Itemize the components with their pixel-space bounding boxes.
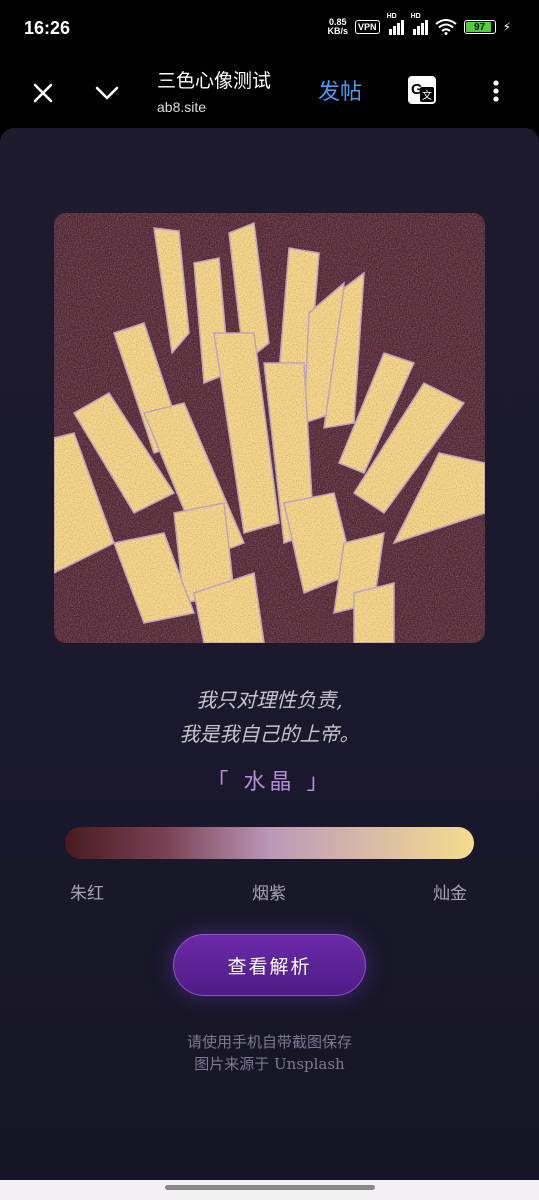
- translate-icon[interactable]: G 文: [406, 74, 438, 106]
- result-artwork: [54, 213, 485, 643]
- vpn-badge: VPN: [355, 20, 380, 34]
- flower-image: [54, 213, 485, 643]
- status-time: 16:26: [24, 18, 71, 38]
- color-gradient-bar: [65, 827, 474, 859]
- status-icons: 0.85 KB/s VPN HD HD 97 ⚡: [327, 13, 511, 36]
- battery-icon: 97: [463, 20, 496, 34]
- page-url: ab8.site: [157, 99, 207, 115]
- color-label-2: 烟紫: [252, 884, 286, 904]
- save-hint: 请使用手机自带截图保存: [186, 1033, 352, 1051]
- svg-text:文: 文: [422, 89, 432, 102]
- app-bar: 三色心像测试 ab8.site 发帖 G 文: [0, 58, 539, 128]
- more-vert-icon[interactable]: [484, 76, 508, 106]
- status-bar: 16:26 0.85 KB/s VPN HD HD 97 ⚡: [0, 0, 539, 58]
- chevron-down-icon[interactable]: [92, 78, 122, 108]
- post-button[interactable]: 发帖: [318, 74, 362, 106]
- result-name: 「 水晶 」: [206, 770, 333, 795]
- navigation-bar: [0, 1180, 539, 1200]
- close-icon[interactable]: [28, 78, 58, 108]
- result-quote-line2: 我是我自己的上帝。: [179, 722, 360, 746]
- signal-icon-2: HD: [411, 13, 428, 35]
- network-speed: 0.85 KB/s: [327, 17, 349, 36]
- color-label-3: 灿金: [433, 884, 467, 904]
- signal-icon: HD: [387, 13, 404, 35]
- charging-icon: ⚡: [502, 20, 511, 34]
- color-label-1: 朱红: [70, 884, 104, 904]
- wifi-icon: [434, 19, 457, 35]
- svg-text:G: G: [411, 81, 423, 98]
- page-title: 三色心像测试: [157, 70, 272, 92]
- view-analysis-button[interactable]: 查看解析: [173, 934, 366, 996]
- home-gesture-handle[interactable]: [165, 1185, 375, 1190]
- page-content: 我只对理性负责, 我是我自己的上帝。 「 水晶 」 朱红 烟紫 灿金 查看解析 …: [0, 128, 539, 1180]
- result-quote-line1: 我只对理性负责,: [196, 688, 343, 712]
- image-credit: 图片来源于 Unsplash: [194, 1055, 345, 1073]
